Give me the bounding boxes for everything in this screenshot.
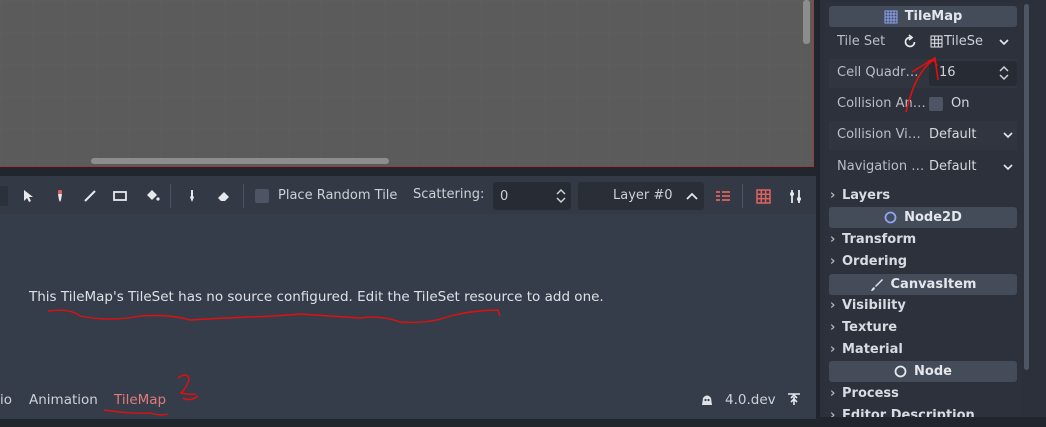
annotation-underline-message — [47, 309, 501, 324]
annotation-number-2 — [177, 374, 199, 401]
annotation-arrow-1 — [905, 56, 939, 113]
red-annotation-overlay — [47, 56, 939, 416]
annotation-underline-tilemap — [103, 409, 169, 416]
